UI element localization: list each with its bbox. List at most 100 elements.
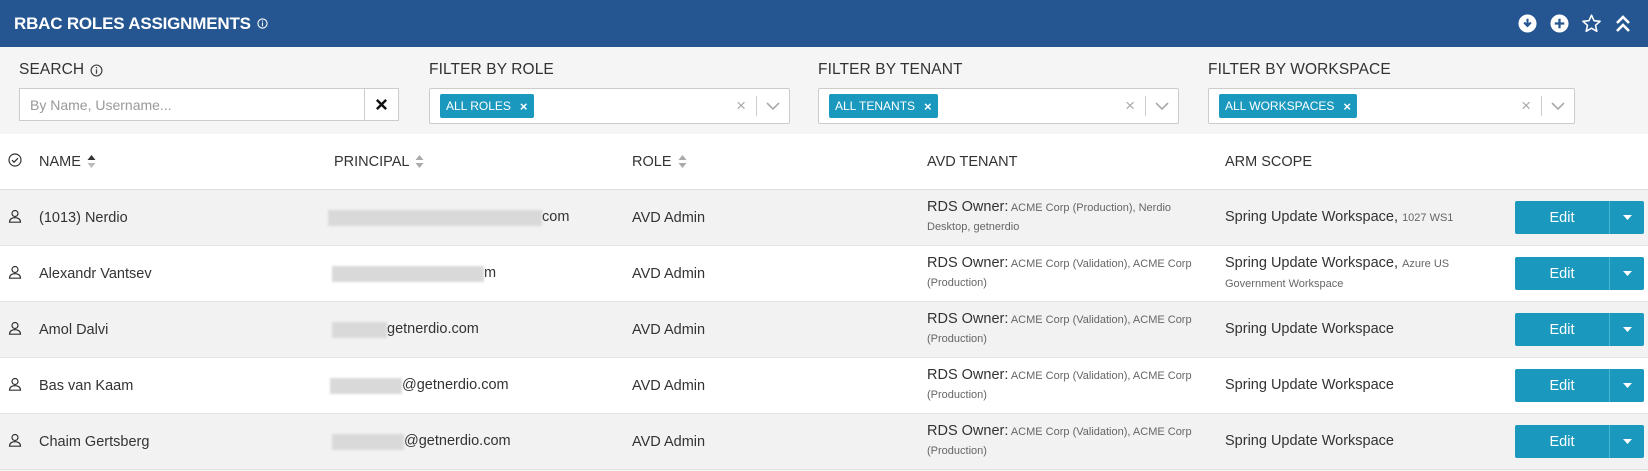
row-avd-tenant: RDS Owner: ACME Corp (Validation), ACME …: [927, 413, 1225, 470]
column-header-arm-scope: ARM SCOPE: [1225, 134, 1515, 190]
workspace-filter-tag: ALL WORKSPACES ×: [1219, 94, 1357, 118]
redacted-text: [330, 377, 402, 394]
sort-ascending-icon: [87, 155, 96, 168]
role-filter-select[interactable]: ALL ROLES × ×: [429, 88, 790, 124]
row-name: Alexandr Vantsev: [39, 245, 334, 302]
row-role: AVD Admin: [632, 413, 927, 470]
redacted-text: [332, 321, 387, 338]
caret-down-icon: [1622, 439, 1632, 444]
clear-icon[interactable]: ×: [726, 96, 756, 116]
column-header-name[interactable]: NAME: [39, 154, 96, 170]
row-name: (1013) Nerdio: [39, 189, 334, 246]
row-role: AVD Admin: [632, 357, 927, 414]
role-filter-group: FILTER BY ROLE ALL ROLES × ×: [429, 61, 818, 134]
page-header: RBAC ROLES ASSIGNMENTS: [0, 0, 1648, 47]
tenant-filter-select[interactable]: ALL TENANTS × ×: [818, 88, 1179, 124]
info-icon[interactable]: [257, 18, 268, 29]
redacted-text: [332, 433, 404, 450]
caret-down-icon: [1622, 215, 1632, 220]
table-row[interactable]: Chaim Gertsberg @getnerdio.com AVD Admin…: [0, 413, 1648, 470]
row-principal: com: [328, 189, 632, 246]
edit-menu-toggle[interactable]: [1609, 201, 1644, 234]
redacted-text: [332, 265, 484, 282]
row-name: Bas van Kaam: [39, 357, 334, 414]
row-avd-tenant: RDS Owner: ACME Corp (Production), Nerdi…: [927, 189, 1225, 246]
workspace-filter-label: FILTER BY WORKSPACE: [1208, 61, 1391, 78]
edit-menu-toggle[interactable]: [1609, 257, 1644, 290]
clear-icon[interactable]: ×: [1115, 96, 1145, 116]
add-icon[interactable]: [1548, 13, 1570, 35]
row-principal: @getnerdio.com: [332, 413, 632, 470]
select-all-icon[interactable]: [0, 152, 22, 167]
edit-button[interactable]: Edit: [1515, 369, 1609, 402]
collapse-icon[interactable]: [1612, 13, 1634, 35]
redacted-text: [328, 209, 542, 226]
chevron-down-icon[interactable]: [1146, 101, 1178, 111]
row-arm-scope: Spring Update Workspace, 1027 WS1: [1225, 189, 1515, 246]
column-header-role[interactable]: ROLE: [632, 154, 687, 170]
edit-menu-toggle[interactable]: [1609, 425, 1644, 458]
row-role: AVD Admin: [632, 189, 927, 246]
user-icon: [0, 377, 22, 391]
download-icon[interactable]: [1516, 13, 1538, 35]
chevron-down-icon[interactable]: [1542, 101, 1574, 111]
chevron-down-icon[interactable]: [757, 101, 789, 111]
role-filter-tag: ALL ROLES ×: [440, 94, 534, 118]
star-icon[interactable]: [1580, 13, 1602, 35]
user-icon: [0, 433, 22, 447]
filter-bar: SEARCH FILTER BY ROLE ALL ROLES × ×: [0, 47, 1648, 134]
row-arm-scope: Spring Update Workspace: [1225, 301, 1515, 358]
table-row[interactable]: Bas van Kaam @getnerdio.com AVD Admin RD…: [0, 357, 1648, 414]
table-row[interactable]: Alexandr Vantsev m AVD Admin RDS Owner: …: [0, 245, 1648, 302]
caret-down-icon: [1622, 327, 1632, 332]
row-name: Amol Dalvi: [39, 301, 334, 358]
workspace-filter-select[interactable]: ALL WORKSPACES × ×: [1208, 88, 1575, 124]
edit-button[interactable]: Edit: [1515, 257, 1609, 290]
user-icon: [0, 265, 22, 279]
page-title-text: RBAC ROLES ASSIGNMENTS: [14, 13, 251, 33]
row-principal: getnerdio.com: [332, 301, 632, 358]
tenant-filter-label: FILTER BY TENANT: [818, 61, 963, 78]
edit-button[interactable]: Edit: [1515, 425, 1609, 458]
user-icon: [0, 321, 22, 335]
assignments-table: NAME PRINCIPAL ROLE AVD TENANT ARM SCOPE: [0, 134, 1648, 470]
remove-tag-icon[interactable]: ×: [520, 99, 528, 114]
search-group: SEARCH: [19, 61, 429, 134]
edit-button[interactable]: Edit: [1515, 313, 1609, 346]
clear-icon[interactable]: ×: [1511, 96, 1541, 116]
column-header-avd-tenant: AVD TENANT: [927, 134, 1225, 190]
search-input[interactable]: [19, 88, 364, 121]
remove-tag-icon[interactable]: ×: [924, 99, 932, 114]
user-icon: [0, 209, 22, 223]
column-header-principal[interactable]: PRINCIPAL: [334, 154, 424, 170]
clear-search-button[interactable]: [364, 88, 399, 121]
table-header-row: NAME PRINCIPAL ROLE AVD TENANT ARM SCOPE: [0, 134, 1648, 190]
row-role: AVD Admin: [632, 245, 927, 302]
search-label: SEARCH: [19, 61, 85, 78]
sort-icon: [678, 155, 687, 168]
row-name: Chaim Gertsberg: [39, 413, 334, 470]
row-avd-tenant: RDS Owner: ACME Corp (Validation), ACME …: [927, 245, 1225, 302]
row-arm-scope: Spring Update Workspace: [1225, 357, 1515, 414]
row-avd-tenant: RDS Owner: ACME Corp (Validation), ACME …: [927, 301, 1225, 358]
row-avd-tenant: RDS Owner: ACME Corp (Validation), ACME …: [927, 357, 1225, 414]
caret-down-icon: [1622, 383, 1632, 388]
tenant-filter-tag: ALL TENANTS ×: [829, 94, 938, 118]
caret-down-icon: [1622, 271, 1632, 276]
role-filter-label: FILTER BY ROLE: [429, 61, 554, 78]
tenant-filter-group: FILTER BY TENANT ALL TENANTS × ×: [818, 61, 1208, 134]
table-row[interactable]: (1013) Nerdio com AVD Admin RDS Owner: A…: [0, 189, 1648, 246]
row-arm-scope: Spring Update Workspace: [1225, 413, 1515, 470]
page-title: RBAC ROLES ASSIGNMENTS: [14, 14, 268, 34]
sort-icon: [415, 155, 424, 168]
row-arm-scope: Spring Update Workspace, Azure US Govern…: [1225, 245, 1515, 302]
table-row[interactable]: Amol Dalvi getnerdio.com AVD Admin RDS O…: [0, 301, 1648, 358]
remove-tag-icon[interactable]: ×: [1343, 99, 1351, 114]
edit-menu-toggle[interactable]: [1609, 369, 1644, 402]
edit-menu-toggle[interactable]: [1609, 313, 1644, 346]
row-principal: m: [332, 245, 632, 302]
info-icon[interactable]: [90, 63, 103, 77]
edit-button[interactable]: Edit: [1515, 201, 1609, 234]
workspace-filter-group: FILTER BY WORKSPACE ALL WORKSPACES × ×: [1208, 61, 1608, 134]
row-principal: @getnerdio.com: [330, 357, 632, 414]
